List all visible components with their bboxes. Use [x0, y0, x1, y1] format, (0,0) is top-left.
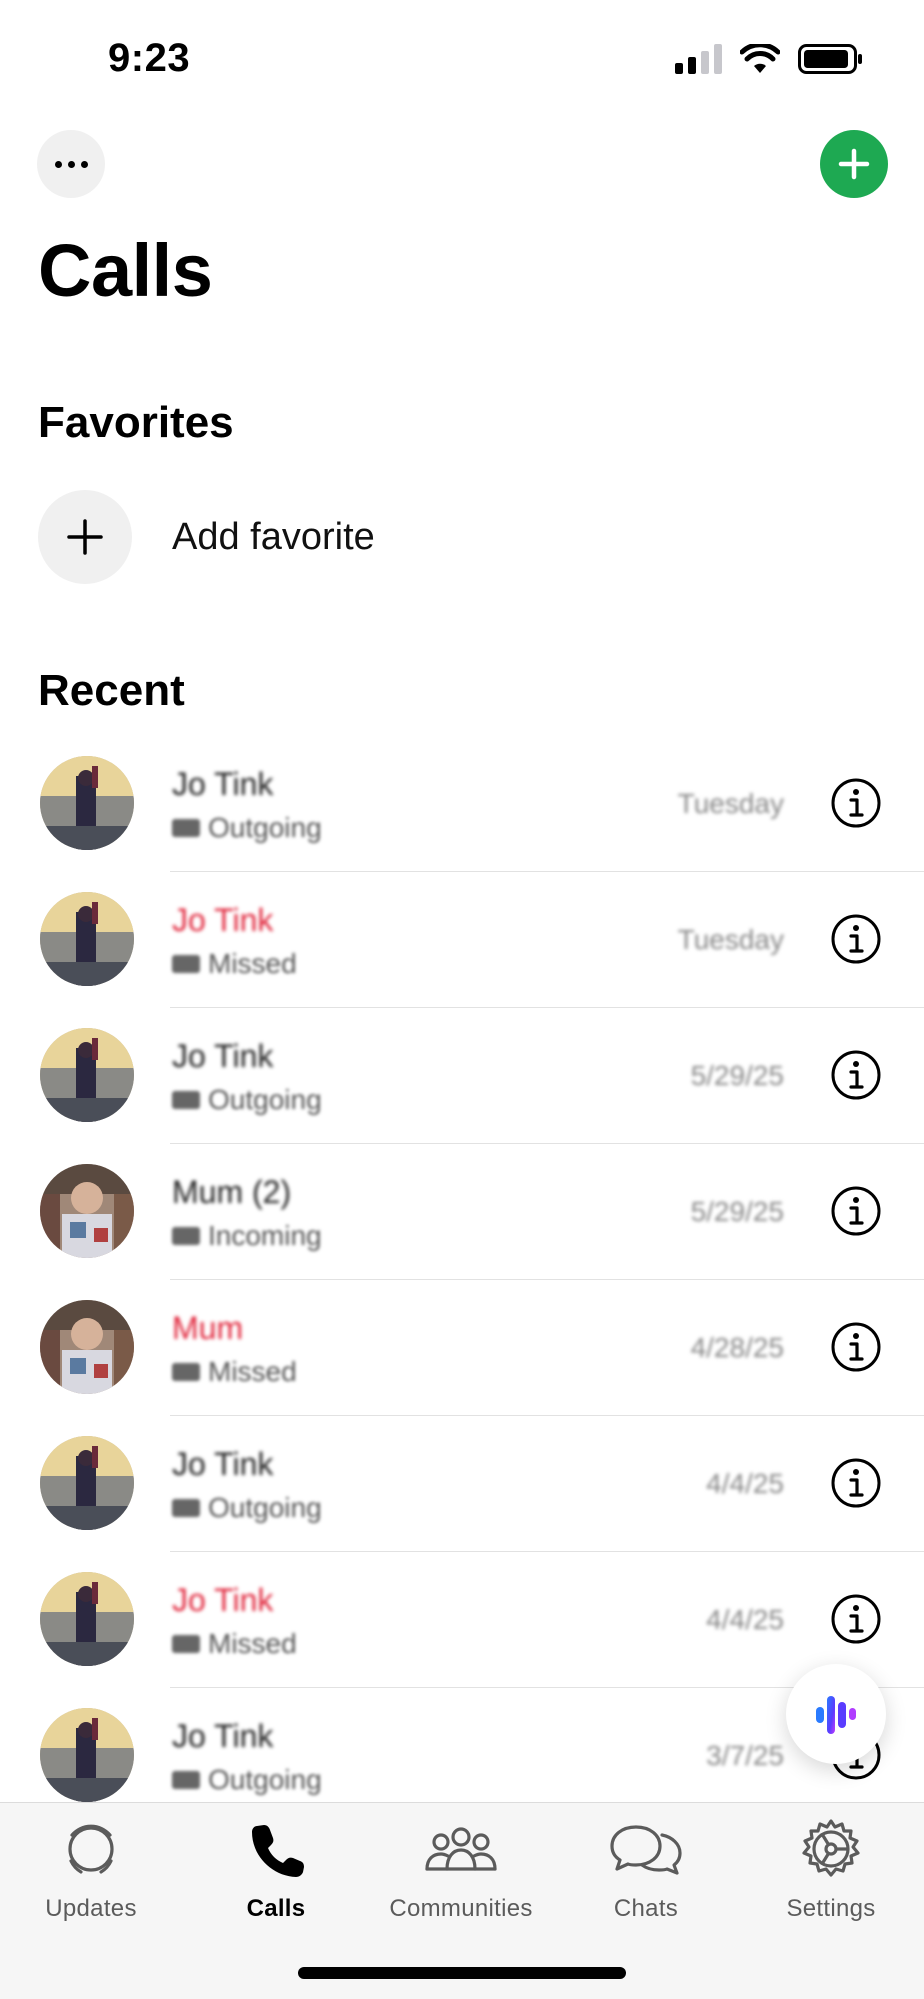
tab-label: Updates [45, 1895, 137, 1922]
call-type-label: Incoming [208, 1220, 322, 1251]
info-icon[interactable] [830, 1321, 882, 1373]
call-date: Tuesday [677, 788, 784, 819]
tab-updates[interactable]: Updates [6, 1817, 176, 1923]
call-type: Outgoing [172, 812, 322, 844]
call-contact-name: Jo Tink [172, 766, 274, 802]
info-icon[interactable] [830, 913, 882, 965]
more-dots-icon [54, 160, 62, 168]
cellular-signal-icon [675, 44, 722, 74]
video-call-icon [172, 1091, 200, 1109]
plus-icon [67, 519, 103, 555]
call-type: Outgoing [172, 1492, 322, 1524]
call-type-label: Missed [208, 1356, 297, 1387]
avatar [40, 1164, 134, 1258]
call-contact-name: Jo Tink [172, 1718, 274, 1754]
wifi-icon [740, 44, 780, 73]
avatar [40, 892, 134, 986]
video-call-icon [172, 1227, 200, 1245]
call-contact-name: Jo Tink [172, 1582, 274, 1618]
video-call-icon [172, 1771, 200, 1789]
status-bar: 9:23 [0, 0, 924, 120]
call-date: 4/4/25 [706, 1468, 784, 1499]
call-type: Missed [172, 1356, 297, 1388]
add-favorite-label: Add favorite [172, 515, 375, 558]
call-type: Missed [172, 1628, 297, 1660]
video-call-icon [172, 1635, 200, 1653]
new-call-button[interactable] [820, 130, 888, 198]
call-type-label: Outgoing [208, 812, 322, 843]
battery-icon [798, 44, 862, 74]
tab-communities[interactable]: Communities [376, 1817, 546, 1923]
recent-calls-list: Jo Tink Outgoing Tuesday Jo Tink Missed Tuesd… [0, 736, 924, 1824]
call-type-label: Outgoing [208, 1492, 322, 1523]
info-icon[interactable] [830, 1185, 882, 1237]
call-type-label: Outgoing [208, 1084, 322, 1115]
info-icon[interactable] [830, 1593, 882, 1645]
status-time: 9:23 [108, 36, 191, 80]
info-icon[interactable] [830, 1049, 882, 1101]
call-row[interactable]: Jo Tink Outgoing 4/4/25 [0, 1416, 924, 1552]
call-type: Incoming [172, 1220, 322, 1252]
meta-ai-button[interactable] [786, 1664, 886, 1764]
call-type-label: Missed [208, 948, 297, 979]
ai-voice-icon [816, 1696, 856, 1734]
call-type: Outgoing [172, 1084, 322, 1116]
call-type: Missed [172, 948, 297, 980]
status-icons [675, 44, 864, 74]
call-type: Outgoing [172, 1764, 322, 1796]
info-icon[interactable] [830, 1457, 882, 1509]
tab-label: Settings [786, 1895, 876, 1922]
home-indicator [298, 1967, 626, 1979]
call-date: 3/7/25 [706, 1740, 784, 1771]
recent-heading: Recent [38, 666, 185, 715]
tab-label: Communities [389, 1895, 533, 1922]
more-options-button[interactable] [37, 130, 105, 198]
call-date: 4/28/25 [690, 1332, 784, 1363]
call-date: 5/29/25 [690, 1060, 784, 1091]
avatar [40, 1028, 134, 1122]
call-row[interactable]: Jo Tink Outgoing Tuesday [0, 736, 924, 872]
avatar [40, 1300, 134, 1394]
call-type-label: Outgoing [208, 1764, 322, 1795]
call-date: Tuesday [677, 924, 784, 955]
communities-icon [425, 1827, 497, 1871]
call-contact-name: Mum (2) [172, 1174, 292, 1210]
chats-icon [610, 1825, 682, 1875]
call-contact-name: Mum [172, 1310, 244, 1346]
video-call-icon [172, 1499, 200, 1517]
avatar [40, 1436, 134, 1530]
tab-label: Calls [246, 1895, 306, 1922]
tab-calls[interactable]: Calls [191, 1817, 361, 1923]
phone-icon [252, 1825, 304, 1877]
add-favorite-circle [38, 490, 132, 584]
call-row[interactable]: Jo Tink Outgoing 5/29/25 [0, 1008, 924, 1144]
video-call-icon [172, 1363, 200, 1381]
call-row[interactable]: Jo Tink Missed 4/4/25 [0, 1552, 924, 1688]
call-contact-name: Jo Tink [172, 1038, 274, 1074]
call-row[interactable]: Mum Missed 4/28/25 [0, 1280, 924, 1416]
video-call-icon [172, 955, 200, 973]
avatar [40, 1708, 134, 1802]
avatar [40, 1572, 134, 1666]
call-row[interactable]: Jo Tink Missed Tuesday [0, 872, 924, 1008]
tab-chats[interactable]: Chats [561, 1817, 731, 1923]
info-icon[interactable] [830, 777, 882, 829]
settings-icon [802, 1819, 860, 1877]
add-favorite-button[interactable]: Add favorite [38, 490, 375, 584]
updates-icon [68, 1824, 114, 1874]
call-date: 5/29/25 [690, 1196, 784, 1227]
video-call-icon [172, 819, 200, 837]
call-contact-name: Jo Tink [172, 902, 274, 938]
avatar [40, 756, 134, 850]
tab-label: Chats [613, 1895, 679, 1922]
call-date: 4/4/25 [706, 1604, 784, 1635]
call-contact-name: Jo Tink [172, 1446, 274, 1482]
page-title: Calls [38, 229, 213, 312]
call-row[interactable]: Mum (2) Incoming 5/29/25 [0, 1144, 924, 1280]
plus-icon [838, 148, 870, 180]
call-type-label: Missed [208, 1628, 297, 1659]
favorites-heading: Favorites [38, 398, 234, 447]
tab-settings[interactable]: Settings [746, 1817, 916, 1923]
